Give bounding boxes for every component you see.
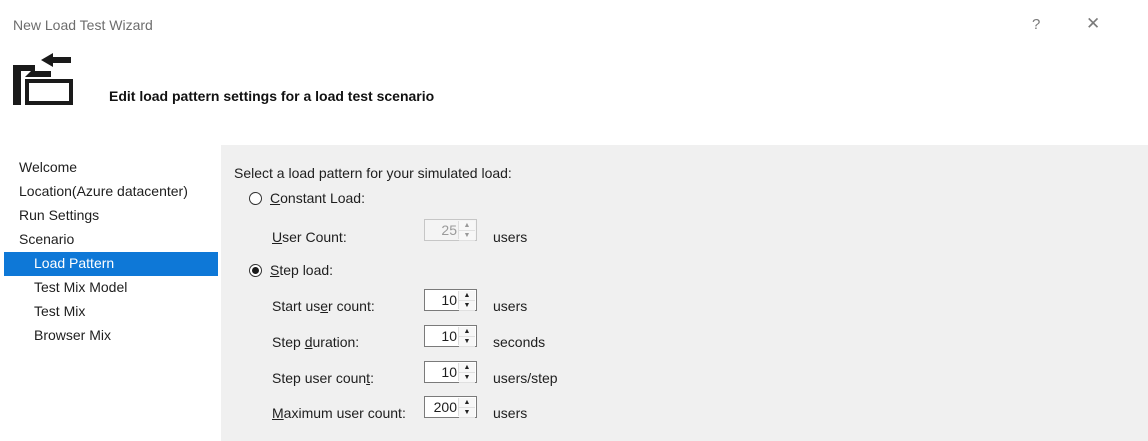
constant-load-label: Constant Load: bbox=[270, 190, 365, 206]
nav-item-scenario[interactable]: Scenario bbox=[4, 228, 218, 252]
step-user-count-unit: users/step bbox=[493, 370, 558, 386]
nav-item-browser-mix[interactable]: Browser Mix bbox=[4, 324, 218, 348]
max-user-count-spinner[interactable]: 200 ▲ ▼ bbox=[424, 396, 477, 418]
spin-down-icon[interactable]: ▼ bbox=[459, 301, 475, 311]
step-duration-label: Step duration: bbox=[272, 334, 360, 350]
user-count-label: User Count: bbox=[272, 229, 347, 245]
user-count-value: 25 bbox=[441, 222, 457, 238]
nav-item-test-mix-model[interactable]: Test Mix Model bbox=[4, 276, 218, 300]
spin-up-icon[interactable]: ▲ bbox=[459, 363, 475, 373]
step-load-radio[interactable]: Step load: bbox=[249, 262, 333, 278]
start-user-count-label: Start user count: bbox=[272, 298, 375, 314]
step-duration-spinner[interactable]: 10 ▲ ▼ bbox=[424, 325, 477, 347]
page-heading: Edit load pattern settings for a load te… bbox=[109, 88, 435, 104]
close-button[interactable]: ✕ bbox=[1086, 14, 1100, 34]
constant-load-radio-circle[interactable] bbox=[249, 191, 262, 205]
user-count-unit: users bbox=[493, 229, 528, 245]
start-user-count-value[interactable]: 10 bbox=[441, 292, 457, 308]
spin-down-icon[interactable]: ▼ bbox=[459, 337, 475, 347]
max-user-count-value[interactable]: 200 bbox=[434, 399, 457, 415]
spin-up-icon[interactable]: ▲ bbox=[459, 291, 475, 301]
wizard-folder-arrow-icon bbox=[13, 53, 73, 105]
help-button[interactable]: ? bbox=[1032, 16, 1040, 33]
spin-down-icon[interactable]: ▼ bbox=[459, 373, 475, 383]
max-user-count-label: Maximum user count: bbox=[272, 405, 406, 421]
spin-down-icon: ▼ bbox=[459, 231, 475, 241]
step-user-count-label: Step user count: bbox=[272, 370, 374, 386]
nav-item-test-mix[interactable]: Test Mix bbox=[4, 300, 218, 324]
spin-down-icon[interactable]: ▼ bbox=[459, 408, 475, 418]
step-user-count-spinner[interactable]: 10 ▲ ▼ bbox=[424, 361, 477, 383]
wizard-nav: Welcome Location(Azure datacenter) Run S… bbox=[4, 156, 218, 348]
settings-panel: Select a load pattern for your simulated… bbox=[221, 145, 1148, 441]
step-load-label: Step load: bbox=[270, 262, 334, 278]
spin-up-icon[interactable]: ▲ bbox=[459, 398, 475, 408]
spin-up-icon: ▲ bbox=[459, 221, 475, 231]
step-user-count-value[interactable]: 10 bbox=[441, 364, 457, 380]
constant-load-radio[interactable]: Constant Load: bbox=[249, 190, 365, 206]
max-user-count-unit: users bbox=[493, 405, 528, 421]
step-duration-unit: seconds bbox=[493, 334, 546, 350]
start-user-count-unit: users bbox=[493, 298, 528, 314]
spin-up-icon[interactable]: ▲ bbox=[459, 327, 475, 337]
start-user-count-spinner[interactable]: 10 ▲ ▼ bbox=[424, 289, 477, 311]
nav-item-location[interactable]: Location(Azure datacenter) bbox=[4, 180, 218, 204]
step-load-radio-circle[interactable] bbox=[249, 263, 262, 277]
window-title: New Load Test Wizard bbox=[13, 17, 153, 33]
user-count-spinner: 25 ▲ ▼ bbox=[424, 219, 477, 241]
nav-item-run-settings[interactable]: Run Settings bbox=[4, 204, 218, 228]
nav-item-load-pattern[interactable]: Load Pattern bbox=[4, 252, 218, 276]
step-duration-value[interactable]: 10 bbox=[441, 328, 457, 344]
nav-item-welcome[interactable]: Welcome bbox=[4, 156, 218, 180]
load-pattern-prompt: Select a load pattern for your simulated… bbox=[234, 165, 512, 181]
